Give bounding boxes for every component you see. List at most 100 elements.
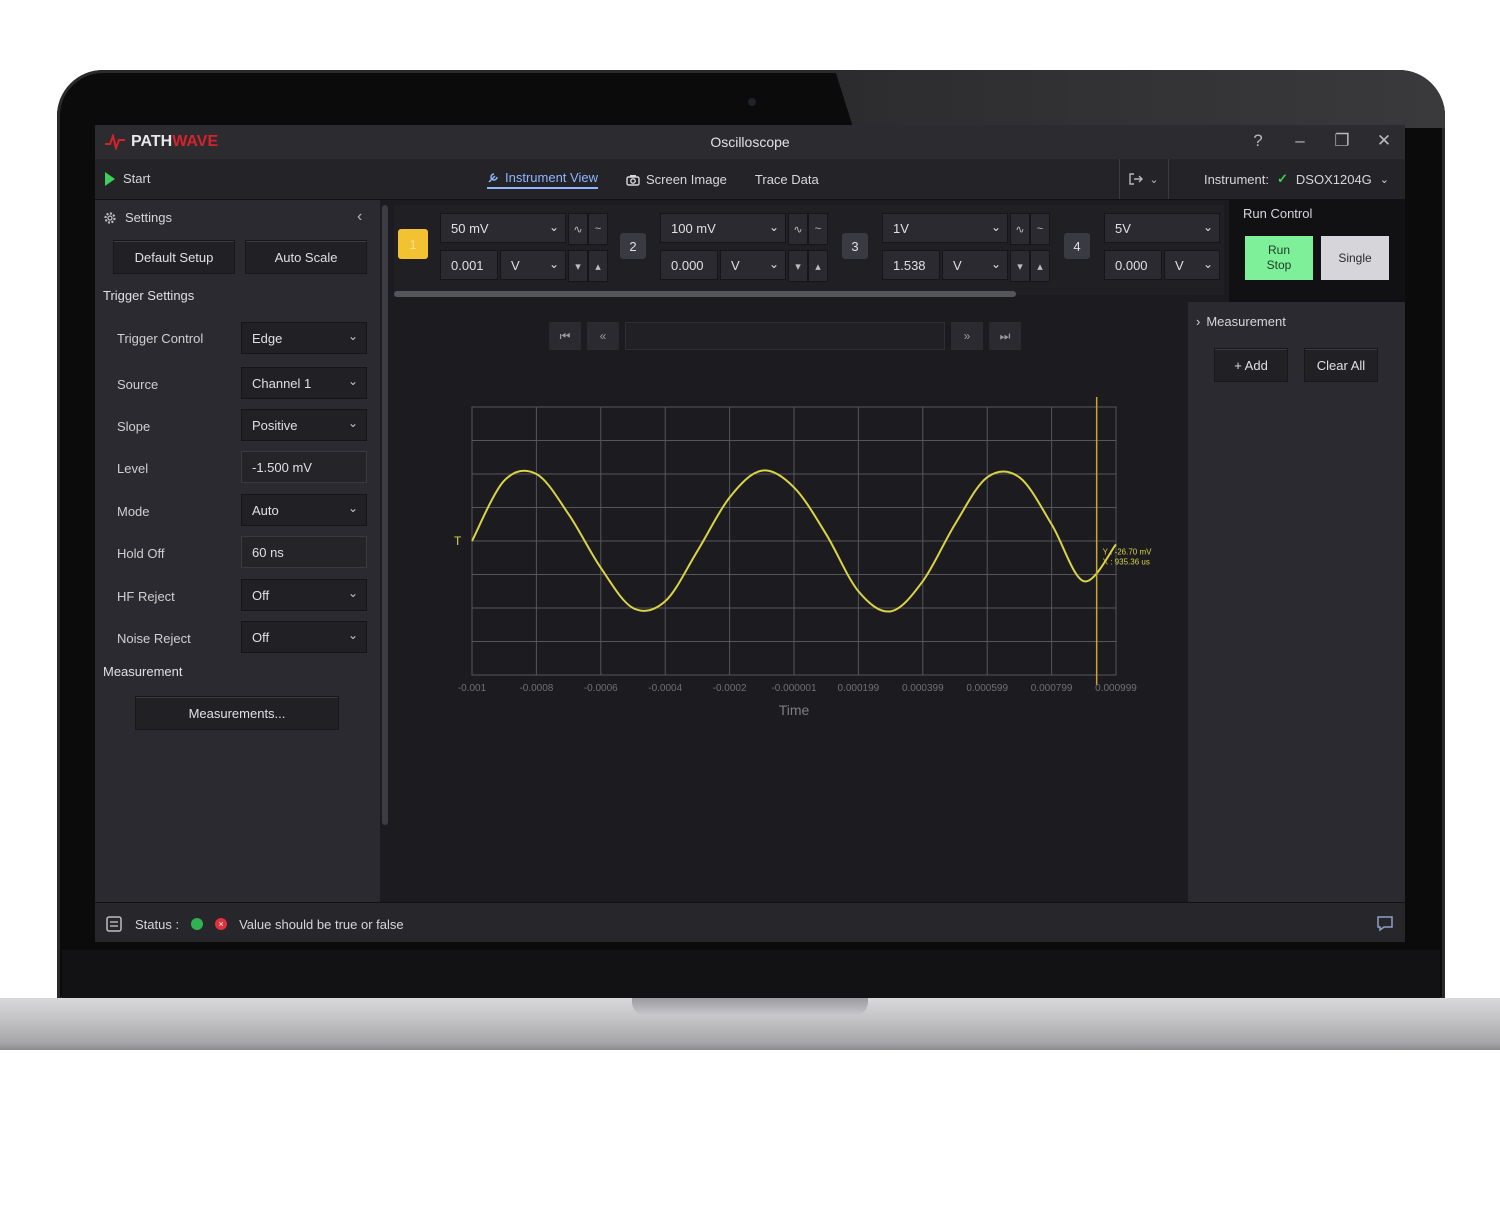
- measurement-header[interactable]: › Measurement: [1196, 314, 1286, 329]
- chevron-down-icon: ⌄: [1149, 173, 1159, 186]
- channel-1-scale-select[interactable]: 50 mV ⌄: [440, 213, 566, 243]
- minimize-icon[interactable]: –: [1289, 131, 1311, 151]
- status-bar: Status : × Value should be true or false: [95, 902, 1405, 942]
- chevron-down-icon: ⌄: [1379, 173, 1389, 186]
- chart-grid: [471, 406, 1117, 676]
- close-icon[interactable]: ✕: [1373, 131, 1395, 151]
- x-tick-label: -0.001: [458, 683, 487, 694]
- channel-1-offset-input[interactable]: 0.001: [440, 250, 498, 280]
- chevron-down-icon: ⌄: [768, 257, 779, 271]
- x-tick-label: -0.0004: [648, 683, 682, 694]
- level-input[interactable]: -1.500 mV: [241, 451, 367, 483]
- dc-coupling-icon[interactable]: ~: [1030, 213, 1050, 245]
- x-tick-label: -0.0006: [584, 683, 618, 694]
- instrument-selector[interactable]: Instrument: ✓ DSOX1204G ⌄: [1204, 171, 1389, 187]
- waveform-navigation: ⏮ « » ⏭: [549, 322, 1021, 350]
- scale-value: 50 mV: [451, 221, 489, 236]
- navigation-track[interactable]: [625, 322, 945, 350]
- channel-2-offset-input[interactable]: 0.000: [660, 250, 718, 280]
- single-button[interactable]: Single: [1321, 236, 1389, 280]
- cursor-readout-x: X : 935.36 us: [1103, 557, 1150, 566]
- clear-all-button[interactable]: Clear All: [1304, 348, 1378, 382]
- trigger-settings-title: Trigger Settings: [103, 288, 195, 303]
- jump-start-icon[interactable]: ⏮: [549, 322, 581, 350]
- help-icon[interactable]: ?: [1247, 131, 1269, 151]
- channel-3-scale-select[interactable]: 1V ⌄: [882, 213, 1008, 243]
- channel-strip-scrollbar[interactable]: [394, 291, 1016, 297]
- settings-scrollbar[interactable]: [382, 205, 388, 825]
- channel-2-scale-select[interactable]: 100 mV ⌄: [660, 213, 786, 243]
- auto-scale-button[interactable]: Auto Scale: [245, 240, 367, 274]
- step-forward-icon[interactable]: »: [951, 322, 983, 350]
- noise-reject-select[interactable]: Off ⌄: [241, 621, 367, 653]
- measurements-button[interactable]: Measurements...: [135, 696, 339, 730]
- ac-coupling-icon[interactable]: ∿: [1010, 213, 1030, 245]
- channel-3-toggle[interactable]: 3: [842, 233, 868, 259]
- camera-icon: [626, 174, 640, 186]
- level-label: Level: [117, 461, 149, 476]
- x-tick-label: 0.000999: [1095, 683, 1137, 694]
- tab-label: Trace Data: [754, 172, 819, 187]
- trigger-control-select[interactable]: Edge ⌄: [241, 322, 367, 354]
- instrument-label: Instrument:: [1203, 171, 1269, 187]
- channel-3-unit-select[interactable]: V ⌄: [942, 250, 1008, 280]
- decrement-icon[interactable]: ▾: [568, 250, 588, 282]
- chevron-down-icon: ⌄: [347, 329, 358, 343]
- channel-4-scale-select[interactable]: 5V ⌄: [1104, 213, 1220, 243]
- add-measurement-button[interactable]: + Add: [1214, 348, 1288, 382]
- increment-icon[interactable]: ▴: [1030, 250, 1050, 282]
- channel-2-toggle[interactable]: 2: [620, 233, 646, 259]
- channel-4-unit-select[interactable]: V ⌄: [1164, 250, 1220, 280]
- channel-2-unit-select[interactable]: V ⌄: [720, 250, 786, 280]
- channel-4-toggle[interactable]: 4: [1064, 233, 1090, 259]
- default-setup-button[interactable]: Default Setup: [113, 240, 235, 274]
- scale-value: 100 mV: [671, 221, 716, 236]
- start-label: Start: [123, 171, 151, 186]
- jump-end-icon[interactable]: ⏭: [989, 322, 1021, 350]
- scale-value: 1V: [893, 221, 909, 236]
- channel-3-offset-input[interactable]: 1.538: [882, 250, 940, 280]
- dc-coupling-icon[interactable]: ~: [808, 213, 828, 245]
- ac-coupling-icon[interactable]: ∿: [568, 213, 588, 245]
- export-menu[interactable]: ⌄: [1119, 159, 1169, 199]
- source-select[interactable]: Channel 1 ⌄: [241, 367, 367, 399]
- webcam: [748, 98, 756, 106]
- step-back-icon[interactable]: «: [587, 322, 619, 350]
- chevron-down-icon: ⌄: [347, 501, 358, 515]
- error-icon: ×: [215, 918, 228, 930]
- instrument-value: DSOX1204G: [1295, 171, 1372, 187]
- hold-off-input[interactable]: 60 ns: [241, 536, 367, 568]
- oscilloscope-chart[interactable]: T Y : -26.70 mV X : 935.36 us -0.001 -0.0…: [394, 382, 1188, 822]
- chevron-down-icon: ⌄: [347, 628, 358, 642]
- select-value: Off: [252, 630, 270, 645]
- feedback-icon[interactable]: [1375, 913, 1395, 938]
- run-control-title: Run Control: [1243, 206, 1313, 221]
- tab-screen-image[interactable]: Screen Image: [626, 170, 727, 189]
- tab-instrument-view[interactable]: Instrument View: [487, 170, 598, 189]
- hf-reject-select[interactable]: Off ⌄: [241, 579, 367, 611]
- restore-icon[interactable]: ❐: [1331, 131, 1353, 151]
- ac-coupling-icon[interactable]: ∿: [788, 213, 808, 245]
- mode-select[interactable]: Auto ⌄: [241, 494, 367, 526]
- channel-1-toggle[interactable]: 1: [398, 229, 428, 259]
- gear-icon: [104, 211, 116, 224]
- increment-icon[interactable]: ▴: [808, 250, 828, 282]
- log-icon[interactable]: [105, 915, 123, 933]
- settings-panel: Settings ‹ Default Setup Auto Scale Trig…: [95, 200, 380, 902]
- channel-1-unit-select[interactable]: V ⌄: [500, 250, 566, 280]
- slope-select[interactable]: Positive ⌄: [241, 409, 367, 441]
- decrement-icon[interactable]: ▾: [788, 250, 808, 282]
- mode-label: Mode: [117, 504, 150, 519]
- x-tick-label: 0.000399: [902, 683, 944, 694]
- dc-coupling-icon[interactable]: ~: [588, 213, 608, 245]
- increment-icon[interactable]: ▴: [588, 250, 608, 282]
- tab-label: Instrument View: [505, 170, 598, 185]
- collapse-panel-icon[interactable]: ‹: [357, 208, 362, 226]
- x-axis-label: Time: [779, 702, 810, 718]
- run-stop-button[interactable]: Run Stop: [1245, 236, 1313, 280]
- channel-4-offset-input[interactable]: 0.000: [1104, 250, 1162, 280]
- tab-trace-data[interactable]: Trace Data: [755, 170, 819, 189]
- start-button[interactable]: Start: [105, 171, 150, 186]
- chevron-down-icon: ⌄: [990, 220, 1001, 234]
- decrement-icon[interactable]: ▾: [1010, 250, 1030, 282]
